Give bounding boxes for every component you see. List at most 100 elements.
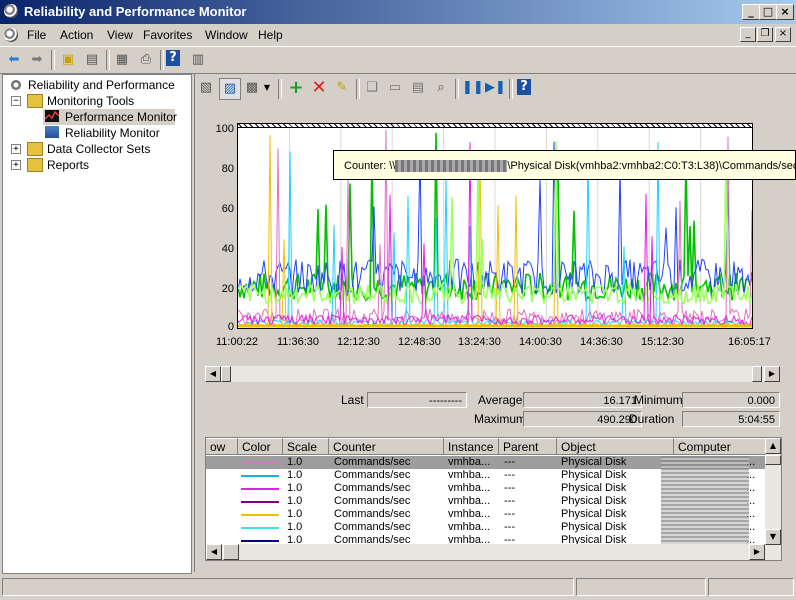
status-panel-3 <box>708 578 794 596</box>
maximum-value: 490.290 <box>523 411 642 427</box>
maximize-button[interactable]: □ <box>759 4 777 20</box>
zoom-icon[interactable]: ⌕ <box>431 78 451 98</box>
counter-list: ow Color Scale Counter Instance Parent O… <box>205 437 782 561</box>
scroll-right-icon[interactable]: ▶ <box>764 366 780 382</box>
delete-counter-icon[interactable]: ✕ <box>309 78 329 98</box>
x-tick-label: 16:05:17 <box>728 336 771 348</box>
instance-cell: vmhba... <box>448 469 491 481</box>
scroll-thumb[interactable] <box>765 455 781 465</box>
column-header-object[interactable]: Object <box>557 438 674 455</box>
expand-icon[interactable]: + <box>11 160 21 170</box>
collapse-icon[interactable]: − <box>11 96 21 106</box>
column-header-computer[interactable]: Computer <box>674 438 766 455</box>
scroll-right-icon[interactable]: ▶ <box>749 544 765 560</box>
minimum-label: Minimum <box>634 393 683 407</box>
scroll-thumb-right[interactable] <box>752 366 762 382</box>
column-header-parent[interactable]: Parent <box>499 438 557 455</box>
x-tick-label: 11:00:22 <box>216 336 259 348</box>
child-minimize-button[interactable]: _ <box>740 27 756 42</box>
last-label: Last <box>341 393 364 407</box>
graph-type-dropdown-icon[interactable]: ▼ <box>262 78 272 98</box>
update-data-icon[interactable]: ▶❚ <box>485 78 506 98</box>
copy-properties-icon[interactable]: ❏ <box>362 78 382 98</box>
average-value: 16.171 <box>523 392 642 408</box>
average-label: Average <box>478 393 523 407</box>
counter-list-vscrollbar[interactable]: ▲ ▼ <box>765 438 781 560</box>
forward-icon[interactable]: ➡ <box>27 50 47 70</box>
counter-cell: Commands/sec <box>334 469 411 481</box>
time-scrollbar[interactable]: ◀ ▶ <box>205 366 780 382</box>
y-tick-label: 100 <box>215 123 234 135</box>
x-tick-label: 13:24:30 <box>458 336 501 348</box>
show-hide-tree-icon[interactable]: ▤ <box>82 50 102 70</box>
minimize-button[interactable]: _ <box>742 4 760 20</box>
expand-icon[interactable]: + <box>11 144 21 154</box>
scroll-left-icon[interactable]: ◀ <box>205 366 221 382</box>
menu-window[interactable]: Window <box>205 28 248 42</box>
properties-icon[interactable]: ▤ <box>408 78 428 98</box>
last-value: --------- <box>367 392 467 408</box>
counter-cell: Commands/sec <box>334 508 411 520</box>
object-cell: Physical Disk <box>561 495 627 507</box>
counter-list-hscrollbar[interactable]: ◀ ▶ <box>206 544 765 560</box>
toolbar-separator <box>51 50 55 70</box>
parent-cell: --- <box>504 469 515 481</box>
scroll-left-icon[interactable]: ◀ <box>206 544 222 560</box>
x-tick-label: 15:12:30 <box>641 336 684 348</box>
scroll-up-icon[interactable]: ▲ <box>765 438 781 454</box>
freeze-display-icon[interactable]: ❚❚ <box>462 78 484 98</box>
export-list-icon[interactable]: ▦ <box>112 50 132 70</box>
parent-cell: --- <box>504 521 515 533</box>
x-tick-label: 12:48:30 <box>398 336 441 348</box>
scale-cell: 1.0 <box>287 495 303 507</box>
add-counter-icon[interactable]: + <box>286 78 306 98</box>
scroll-thumb[interactable] <box>223 544 239 560</box>
column-header-color[interactable]: Color <box>238 438 283 455</box>
toolbar-separator <box>106 50 110 70</box>
paste-counter-list-icon[interactable]: ▭ <box>385 78 405 98</box>
toolbar-separator <box>278 79 282 99</box>
print-icon[interactable]: ⎙ <box>136 50 156 70</box>
menu-favorites[interactable]: Favorites <box>143 28 192 42</box>
color-swatch <box>241 475 279 477</box>
help-icon[interactable]: ? <box>166 50 180 66</box>
column-header-instance[interactable]: Instance <box>444 438 499 455</box>
back-icon[interactable]: ⬅ <box>4 50 24 70</box>
toolbar-separator <box>356 79 360 99</box>
tree-item-performance-monitor[interactable]: Performance Monitor <box>43 109 177 125</box>
highlight-icon[interactable]: ✎ <box>332 78 352 98</box>
properties-icon[interactable]: ▥ <box>188 50 208 70</box>
child-close-button[interactable]: × <box>775 27 791 42</box>
up-folder-icon[interactable]: ▣ <box>58 50 78 70</box>
window-title: Reliability and Performance Monitor <box>24 4 247 19</box>
menu-help[interactable]: Help <box>258 28 283 42</box>
mmc-icon[interactable] <box>4 28 18 42</box>
view-log-data-icon[interactable]: ▨ <box>219 78 241 100</box>
menu-view[interactable]: View <box>107 28 133 42</box>
menu-action[interactable]: Action <box>60 28 93 42</box>
y-tick-label: 0 <box>227 321 234 333</box>
object-cell: Physical Disk <box>561 508 627 520</box>
scale-cell: 1.0 <box>287 456 303 468</box>
tree-label: Reliability Monitor <box>65 126 160 140</box>
column-header-counter[interactable]: Counter <box>329 438 444 455</box>
instance-cell: vmhba... <box>448 456 491 468</box>
child-restore-button[interactable]: ❐ <box>757 27 773 42</box>
column-header-show[interactable]: ow <box>206 438 238 455</box>
menu-file[interactable]: File <box>27 28 46 42</box>
reliability-icon <box>9 78 23 92</box>
help-icon[interactable]: ? <box>517 79 531 95</box>
view-current-activity-icon[interactable]: ▧ <box>196 78 216 98</box>
duration-label: Duration <box>629 412 675 426</box>
graph-toolbar: ▧ ▨ ▩ ▼ + ✕ ✎ ❏ ▭ ▤ ⌕ ❚❚ ▶❚ ? <box>196 78 796 100</box>
scroll-thumb-left[interactable] <box>221 366 231 382</box>
object-cell: Physical Disk <box>561 456 627 468</box>
scale-cell: 1.0 <box>287 521 303 533</box>
change-graph-type-icon[interactable]: ▩ <box>242 78 262 98</box>
column-header-scale[interactable]: Scale <box>283 438 329 455</box>
counter-tooltip: Counter: \\ \Physical Disk(vmhba2:vmhba2:… <box>333 150 796 180</box>
scroll-down-icon[interactable]: ▼ <box>765 529 781 545</box>
color-swatch <box>241 540 279 542</box>
redacted-computer-name <box>395 160 508 173</box>
close-button[interactable]: × <box>776 4 794 20</box>
